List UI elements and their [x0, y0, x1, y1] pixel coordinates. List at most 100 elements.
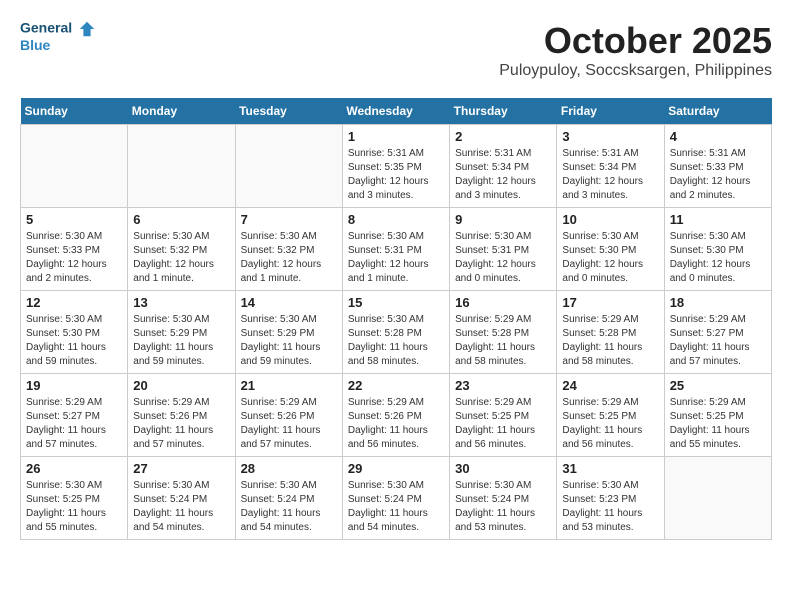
title-section: October 2025 Puloypuloy, Soccsksargen, P…	[499, 20, 772, 90]
day-number: 29	[348, 461, 444, 476]
calendar-day-cell: 7 Sunrise: 5:30 AMSunset: 5:32 PMDaylight…	[235, 208, 342, 291]
day-number: 3	[562, 129, 658, 144]
day-info: Sunrise: 5:30 AMSunset: 5:32 PMDaylight:…	[133, 230, 229, 286]
day-info: Sunrise: 5:30 AMSunset: 5:29 PMDaylight:…	[241, 313, 337, 369]
weekday-header-saturday: Saturday	[664, 98, 771, 125]
day-number: 15	[348, 295, 444, 310]
calendar-day-cell: 8 Sunrise: 5:30 AMSunset: 5:31 PMDaylight…	[342, 208, 449, 291]
calendar-week-row: 19 Sunrise: 5:29 AMSunset: 5:27 PMDayligh…	[21, 374, 772, 457]
calendar-day-cell	[128, 125, 235, 208]
day-info: Sunrise: 5:30 AMSunset: 5:33 PMDaylight:…	[26, 230, 122, 286]
calendar-day-cell: 5 Sunrise: 5:30 AMSunset: 5:33 PMDaylight…	[21, 208, 128, 291]
day-number: 31	[562, 461, 658, 476]
day-number: 14	[241, 295, 337, 310]
day-number: 16	[455, 295, 551, 310]
day-info: Sunrise: 5:30 AMSunset: 5:30 PMDaylight:…	[562, 230, 658, 286]
day-number: 7	[241, 212, 337, 227]
day-info: Sunrise: 5:29 AMSunset: 5:27 PMDaylight:…	[26, 396, 122, 452]
weekday-header-monday: Monday	[128, 98, 235, 125]
calendar-day-cell: 2Sunrise: 5:31 AMSunset: 5:34 PMDaylight…	[450, 125, 557, 208]
calendar-week-row: 26Sunrise: 5:30 AMSunset: 5:25 PMDayligh…	[21, 457, 772, 540]
day-info: Sunrise: 5:29 AMSunset: 5:26 PMDaylight:…	[133, 396, 229, 452]
calendar-day-cell: 17Sunrise: 5:29 AMSunset: 5:28 PMDayligh…	[557, 291, 664, 374]
day-info: Sunrise: 5:30 AMSunset: 5:24 PMDaylight:…	[348, 479, 444, 535]
day-number: 18	[670, 295, 766, 310]
location-title: Puloypuloy, Soccsksargen, Philippines	[499, 62, 772, 80]
day-info: Sunrise: 5:30 AMSunset: 5:31 PMDaylight:…	[348, 230, 444, 286]
calendar-day-cell: 11 Sunrise: 5:30 AMSunset: 5:30 PMDayligh…	[664, 208, 771, 291]
day-number: 6	[133, 212, 229, 227]
calendar-day-cell: 18 Sunrise: 5:29 AMSunset: 5:27 PMDayligh…	[664, 291, 771, 374]
calendar-day-cell: 13 Sunrise: 5:30 AMSunset: 5:29 PMDayligh…	[128, 291, 235, 374]
calendar-day-cell: 14 Sunrise: 5:30 AMSunset: 5:29 PMDayligh…	[235, 291, 342, 374]
calendar-day-cell: 26Sunrise: 5:30 AMSunset: 5:25 PMDayligh…	[21, 457, 128, 540]
day-info: Sunrise: 5:29 AMSunset: 5:25 PMDaylight:…	[562, 396, 658, 452]
calendar-table: SundayMondayTuesdayWednesdayThursdayFrid…	[20, 98, 772, 540]
day-number: 20	[133, 378, 229, 393]
calendar-day-cell: 9 Sunrise: 5:30 AMSunset: 5:31 PMDaylight…	[450, 208, 557, 291]
day-number: 4	[670, 129, 766, 144]
calendar-week-row: 12 Sunrise: 5:30 AMSunset: 5:30 PMDayligh…	[21, 291, 772, 374]
logo-icon	[78, 20, 96, 38]
day-info: Sunrise: 5:30 AMSunset: 5:24 PMDaylight:…	[133, 479, 229, 535]
day-info: Sunrise: 5:30 AMSunset: 5:31 PMDaylight:…	[455, 230, 551, 286]
day-number: 9	[455, 212, 551, 227]
calendar-day-cell: 1 Sunrise: 5:31 AMSunset: 5:35 PMDaylight…	[342, 125, 449, 208]
day-number: 30	[455, 461, 551, 476]
day-info: Sunrise: 5:30 AMSunset: 5:23 PMDaylight:…	[562, 479, 658, 535]
day-number: 17	[562, 295, 658, 310]
day-number: 5	[26, 212, 122, 227]
day-info: Sunrise: 5:30 AMSunset: 5:30 PMDaylight:…	[670, 230, 766, 286]
calendar-day-cell: 31 Sunrise: 5:30 AMSunset: 5:23 PMDayligh…	[557, 457, 664, 540]
day-info: Sunrise: 5:30 AMSunset: 5:24 PMDaylight:…	[455, 479, 551, 535]
calendar-day-cell: 19 Sunrise: 5:29 AMSunset: 5:27 PMDayligh…	[21, 374, 128, 457]
day-number: 19	[26, 378, 122, 393]
calendar-day-cell: 20 Sunrise: 5:29 AMSunset: 5:26 PMDayligh…	[128, 374, 235, 457]
calendar-day-cell: 25Sunrise: 5:29 AMSunset: 5:25 PMDayligh…	[664, 374, 771, 457]
calendar-day-cell: 21 Sunrise: 5:29 AMSunset: 5:26 PMDayligh…	[235, 374, 342, 457]
day-number: 11	[670, 212, 766, 227]
day-info: Sunrise: 5:30 AMSunset: 5:25 PMDaylight:…	[26, 479, 122, 535]
day-number: 8	[348, 212, 444, 227]
calendar-day-cell: 15 Sunrise: 5:30 AMSunset: 5:28 PMDayligh…	[342, 291, 449, 374]
logo-blue: Blue	[20, 37, 50, 53]
day-info: Sunrise: 5:29 AMSunset: 5:26 PMDaylight:…	[348, 396, 444, 452]
day-info: Sunrise: 5:29 AMSunset: 5:25 PMDaylight:…	[670, 396, 766, 452]
month-title: October 2025	[499, 20, 772, 62]
calendar-day-cell: 6 Sunrise: 5:30 AMSunset: 5:32 PMDaylight…	[128, 208, 235, 291]
day-number: 13	[133, 295, 229, 310]
day-info: Sunrise: 5:29 AMSunset: 5:25 PMDaylight:…	[455, 396, 551, 452]
day-info: Sunrise: 5:30 AMSunset: 5:29 PMDaylight:…	[133, 313, 229, 369]
day-info: Sunrise: 5:30 AMSunset: 5:32 PMDaylight:…	[241, 230, 337, 286]
day-number: 1	[348, 129, 444, 144]
day-info: Sunrise: 5:31 AMSunset: 5:34 PMDaylight:…	[455, 147, 551, 203]
day-info: Sunrise: 5:29 AMSunset: 5:27 PMDaylight:…	[670, 313, 766, 369]
weekday-header-friday: Friday	[557, 98, 664, 125]
day-info: Sunrise: 5:31 AMSunset: 5:33 PMDaylight:…	[670, 147, 766, 203]
weekday-header-wednesday: Wednesday	[342, 98, 449, 125]
calendar-day-cell: 24Sunrise: 5:29 AMSunset: 5:25 PMDayligh…	[557, 374, 664, 457]
calendar-day-cell: 12 Sunrise: 5:30 AMSunset: 5:30 PMDayligh…	[21, 291, 128, 374]
logo-text: General Blue	[20, 20, 96, 53]
calendar-day-cell: 4 Sunrise: 5:31 AMSunset: 5:33 PMDaylight…	[664, 125, 771, 208]
day-number: 23	[455, 378, 551, 393]
calendar-day-cell	[21, 125, 128, 208]
day-number: 12	[26, 295, 122, 310]
day-number: 22	[348, 378, 444, 393]
calendar-day-cell: 3 Sunrise: 5:31 AMSunset: 5:34 PMDaylight…	[557, 125, 664, 208]
calendar-day-cell: 28 Sunrise: 5:30 AMSunset: 5:24 PMDayligh…	[235, 457, 342, 540]
day-info: Sunrise: 5:30 AMSunset: 5:24 PMDaylight:…	[241, 479, 337, 535]
day-info: Sunrise: 5:30 AMSunset: 5:30 PMDaylight:…	[26, 313, 122, 369]
day-info: Sunrise: 5:30 AMSunset: 5:28 PMDaylight:…	[348, 313, 444, 369]
calendar-day-cell: 29 Sunrise: 5:30 AMSunset: 5:24 PMDayligh…	[342, 457, 449, 540]
day-info: Sunrise: 5:29 AMSunset: 5:26 PMDaylight:…	[241, 396, 337, 452]
day-number: 21	[241, 378, 337, 393]
weekday-header-tuesday: Tuesday	[235, 98, 342, 125]
weekday-header-thursday: Thursday	[450, 98, 557, 125]
day-info: Sunrise: 5:31 AMSunset: 5:34 PMDaylight:…	[562, 147, 658, 203]
day-number: 28	[241, 461, 337, 476]
day-info: Sunrise: 5:31 AMSunset: 5:35 PMDaylight:…	[348, 147, 444, 203]
calendar-day-cell	[235, 125, 342, 208]
calendar-day-cell: 30 Sunrise: 5:30 AMSunset: 5:24 PMDayligh…	[450, 457, 557, 540]
calendar-day-cell: 22 Sunrise: 5:29 AMSunset: 5:26 PMDayligh…	[342, 374, 449, 457]
